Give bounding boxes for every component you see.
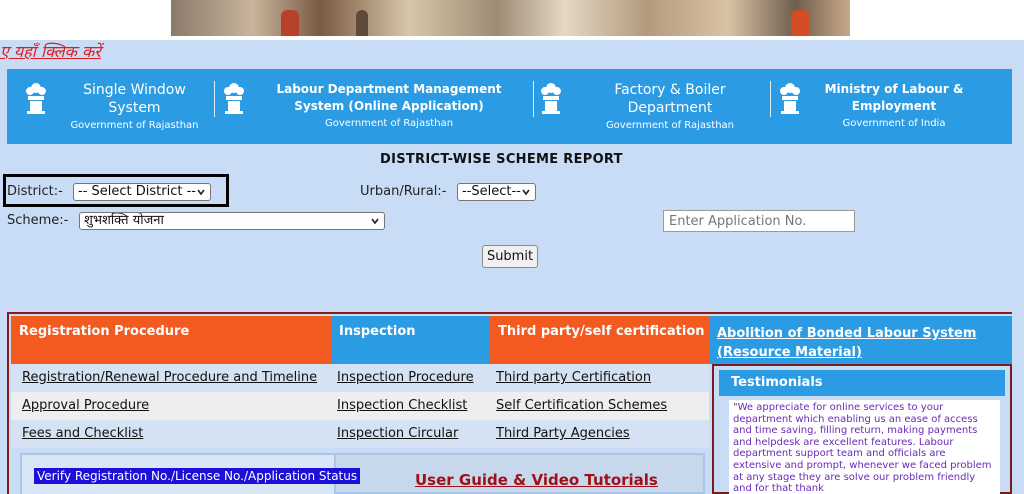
table-row: Registration/Renewal Procedure and Timel…	[11, 364, 709, 392]
emblem-icon	[780, 83, 800, 114]
urban-rural-select[interactable]: --Select--	[457, 183, 536, 201]
link-subtitle: Government of India	[842, 118, 946, 129]
table-row: Approval Procedure Inspection Checklist …	[11, 392, 709, 420]
bonded-labour-link[interactable]: Abolition of Bonded Labour System (Resou…	[717, 324, 1012, 362]
chevron-down-icon	[522, 189, 530, 196]
emblem-icon	[25, 83, 46, 114]
registration-renewal-link[interactable]: Registration/Renewal Procedure and Timel…	[11, 364, 331, 392]
self-certification-link[interactable]: Self Certification Schemes	[490, 392, 709, 420]
approval-procedure-link[interactable]: Approval Procedure	[11, 392, 331, 420]
district-select-value: -- Select District --	[78, 184, 196, 199]
application-number-input[interactable]: Enter Application No.	[663, 210, 855, 232]
click-here-link[interactable]: ए यहाँ क्लिक करें	[0, 40, 101, 62]
district-label: District:-	[7, 184, 63, 199]
worker-figure	[791, 10, 809, 36]
inspection-procedure-link[interactable]: Inspection Procedure	[331, 364, 490, 392]
user-guide-link[interactable]: User Guide & Video Tutorials	[415, 471, 658, 489]
link-title: Single Window System	[83, 82, 186, 116]
third-party-agencies-link[interactable]: Third Party Agencies	[490, 420, 709, 448]
registration-procedure-header: Registration Procedure	[11, 316, 331, 364]
emblem-icon	[224, 83, 244, 114]
link-subtitle: Government of Rajasthan	[605, 120, 734, 131]
fees-checklist-link[interactable]: Fees and Checklist	[11, 420, 331, 448]
table-row: Fees and Checklist Inspection Circular T…	[11, 420, 709, 448]
worker-figure	[281, 10, 299, 36]
link-title: Labour Department Management System (Onl…	[276, 82, 502, 113]
submit-button[interactable]: Submit	[482, 245, 538, 268]
ldms-link[interactable]: Labour Department Management System (Onl…	[215, 69, 533, 144]
urban-rural-label: Urban/Rural:-	[360, 184, 447, 199]
emblem-icon	[540, 83, 561, 114]
link-subtitle: Government of Rajasthan	[70, 120, 199, 131]
link-title: Factory & Boiler Department	[614, 82, 726, 116]
inspection-circular-link[interactable]: Inspection Circular	[331, 420, 490, 448]
scheme-select-value: शुभशक्ति योजना	[84, 213, 164, 228]
inspection-header: Inspection	[331, 316, 490, 364]
factory-boiler-link[interactable]: Factory & Boiler Department Government o…	[534, 69, 770, 144]
page-title: DISTRICT-WISE SCHEME REPORT	[380, 152, 623, 167]
inspection-checklist-link[interactable]: Inspection Checklist	[331, 392, 490, 420]
certification-header: Third party/self certification	[490, 316, 709, 364]
ministry-labour-link[interactable]: Ministry of Labour & Employment Governme…	[771, 69, 1011, 144]
scheme-label: Scheme:-	[7, 213, 69, 228]
worker-figure	[356, 10, 368, 36]
chevron-down-icon	[371, 218, 379, 225]
chevron-down-icon	[197, 189, 205, 196]
single-window-link[interactable]: Single Window System Government of Rajas…	[7, 69, 214, 144]
testimonial-body: "We appreciate for online services to yo…	[729, 400, 1000, 494]
banner-image	[171, 0, 850, 36]
testimonial-text: "We appreciate for online services to yo…	[733, 402, 992, 494]
link-subtitle: Government of Rajasthan	[324, 118, 454, 129]
verify-status-link[interactable]: Verify Registration No./License No./Appl…	[34, 468, 361, 484]
urban-rural-select-value: --Select--	[462, 184, 521, 199]
link-title: Ministry of Labour & Employment	[824, 82, 964, 113]
header-links-bar: Single Window System Government of Rajas…	[7, 69, 1012, 144]
third-party-certification-link[interactable]: Third party Certification	[490, 364, 709, 392]
scheme-select[interactable]: शुभशक्ति योजना	[79, 212, 385, 230]
testimonials-title: Testimonials	[719, 370, 1005, 396]
district-select[interactable]: -- Select District --	[73, 183, 211, 201]
bonded-labour-header: Abolition of Bonded Labour System (Resou…	[709, 316, 1012, 364]
